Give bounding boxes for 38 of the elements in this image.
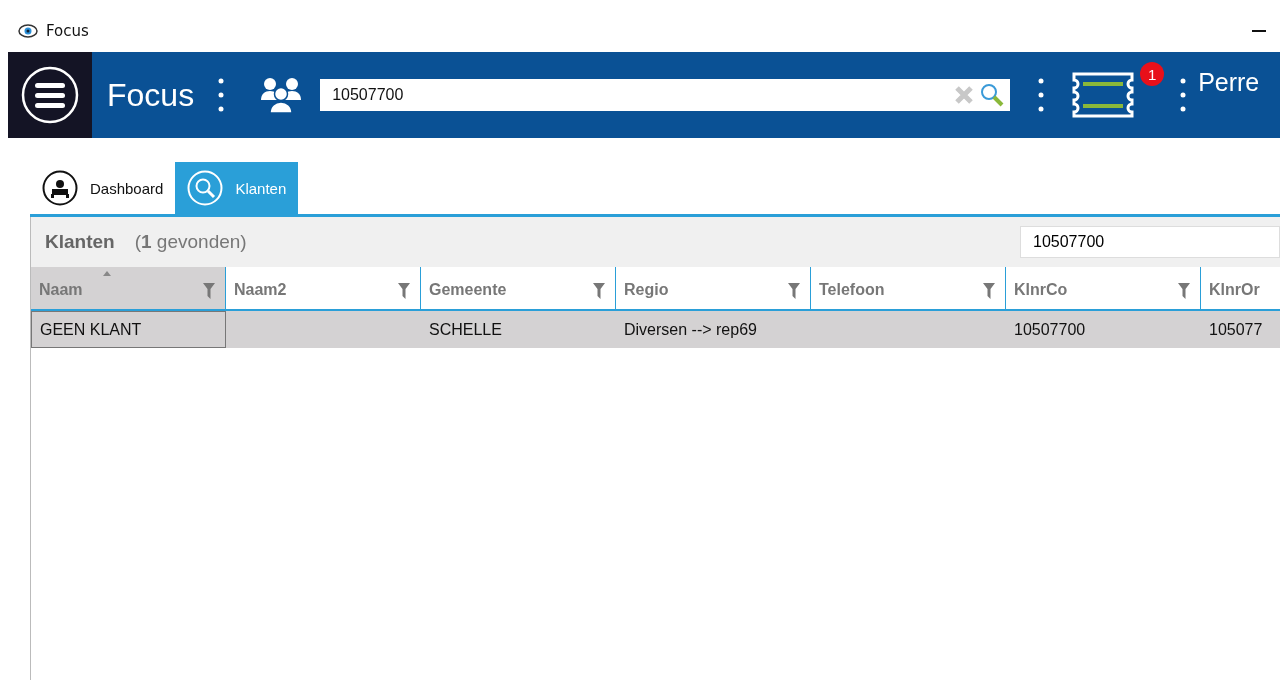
column-header[interactable]: Naam — [31, 267, 226, 311]
column-header[interactable]: Gemeente — [421, 267, 616, 311]
user-name[interactable]: Perre — [1198, 68, 1260, 97]
result-count: (1 gevonden) — [134, 231, 248, 253]
notification-badge: 1 — [1140, 62, 1165, 86]
table-cell: Diversen --> rep69 — [616, 311, 811, 348]
eye-icon — [18, 24, 38, 38]
table-cell: 10507700 — [1006, 311, 1201, 348]
search-box[interactable]: 10507700 — [320, 79, 1011, 111]
filter-icon[interactable] — [1178, 283, 1190, 299]
search-field[interactable]: 10507700 — [330, 85, 955, 105]
table-cell: GEEN KLANT — [31, 311, 226, 348]
filter-icon[interactable] — [983, 283, 995, 299]
filter-icon[interactable] — [203, 283, 215, 299]
column-header[interactable]: Telefoon — [811, 267, 1006, 311]
users-icon[interactable] — [260, 76, 303, 114]
menu-icon — [21, 66, 79, 124]
dashboard-icon — [42, 170, 78, 206]
tab[interactable]: Klanten — [175, 162, 299, 214]
column-header[interactable]: Regio — [616, 267, 811, 311]
search-icon[interactable] — [980, 83, 1005, 107]
menu-button[interactable] — [8, 52, 92, 138]
table-cell: 105077 — [1201, 311, 1280, 348]
filter-icon[interactable] — [593, 283, 605, 299]
more-icon[interactable] — [1038, 77, 1045, 113]
more-icon[interactable] — [1180, 77, 1187, 113]
search-icon — [187, 170, 224, 206]
window-title: Focus — [46, 22, 90, 40]
more-icon[interactable] — [218, 77, 225, 113]
table-cell: SCHELLE — [421, 311, 616, 348]
filter-icon[interactable] — [398, 283, 410, 299]
column-header[interactable]: KlnrCo — [1006, 267, 1201, 311]
panel-title: Klanten — [45, 231, 115, 253]
sort-icon — [103, 271, 111, 276]
filter-icon[interactable] — [788, 283, 800, 299]
app-title: Focus — [107, 76, 195, 114]
column-header[interactable]: Naam2 — [226, 267, 421, 311]
filter-field[interactable]: 10507700 — [1020, 226, 1280, 258]
